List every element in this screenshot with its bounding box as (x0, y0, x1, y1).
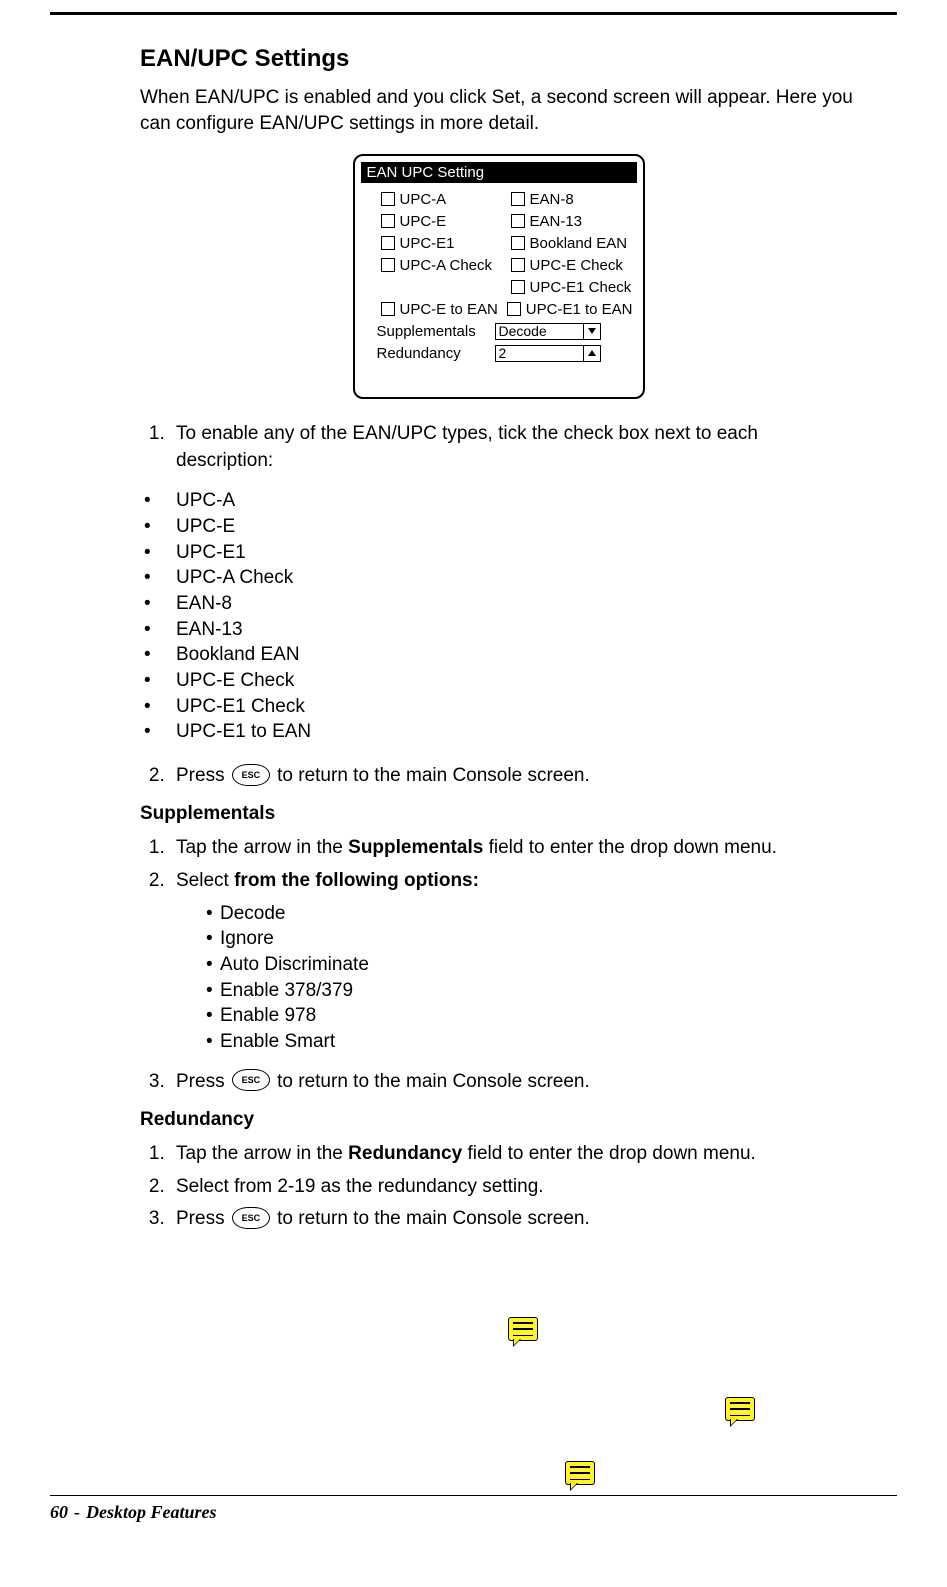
checkbox-placeholder (381, 277, 511, 297)
dropdown-arrow-button[interactable] (583, 324, 600, 339)
list-item: UPC-A Check (144, 565, 857, 591)
redundancy-steps: Tap the arrow in the Redundancy field to… (140, 1141, 857, 1233)
supp-step-1: Tap the arrow in the Supplementals field… (170, 835, 857, 862)
esc-key-icon: ESC (232, 1207, 270, 1229)
checkbox-upc-e[interactable]: UPC-E (381, 211, 511, 231)
checkbox-label: UPC-E Check (530, 257, 623, 274)
supplementals-value: Decode (499, 323, 547, 339)
esc-key-icon: ESC (232, 1069, 270, 1091)
list-item: UPC-A (144, 488, 857, 514)
chevron-up-icon (588, 350, 596, 356)
checkbox-label: Bookland EAN (530, 235, 628, 252)
checkbox-label: UPC-E1 Check (530, 279, 632, 296)
list-item: EAN-13 (144, 617, 857, 643)
dialog-body: UPC-A UPC-E UPC-E1 UPC-A Check EAN-8 EAN… (361, 183, 637, 391)
checkbox-upc-a-check[interactable]: UPC-A Check (381, 255, 511, 275)
chapter-title: Desktop Features (86, 1502, 217, 1523)
ean-upc-setting-dialog: EAN UPC Setting UPC-A UPC-E UPC-E1 UPC-A… (353, 154, 645, 399)
checkbox-label: UPC-E (400, 213, 447, 230)
annotation-note-icon[interactable] (725, 1397, 755, 1421)
types-list: UPC-AUPC-EUPC-E1UPC-A CheckEAN-8EAN-13Bo… (140, 488, 857, 744)
chevron-down-icon (588, 328, 596, 334)
stepper-arrow-button[interactable] (583, 346, 600, 361)
supplementals-field: Supplementals Decode (377, 321, 633, 341)
supp-step-2: Select from the following options: Decod… (170, 868, 857, 1054)
steps-main-1: To enable any of the EAN/UPC types, tick… (140, 421, 857, 474)
checkbox-icon (511, 192, 525, 206)
list-item: EAN-8 (144, 591, 857, 617)
supplementals-label: Supplementals (377, 323, 495, 340)
list-item: Enable 978 (206, 1003, 857, 1029)
list-item: Enable 378/379 (206, 978, 857, 1004)
supplementals-heading: Supplementals (140, 803, 857, 825)
supp-step-3: Press ESC to return to the main Console … (170, 1069, 857, 1096)
esc-key-icon: ESC (232, 764, 270, 786)
redundancy-label: Redundancy (377, 345, 495, 362)
checkbox-ean-13[interactable]: EAN-13 (511, 211, 641, 231)
red-step-3: Press ESC to return to the main Console … (170, 1206, 857, 1233)
redundancy-heading: Redundancy (140, 1109, 857, 1131)
checkbox-upc-a[interactable]: UPC-A (381, 189, 511, 209)
checkbox-bookland-ean[interactable]: Bookland EAN (511, 233, 641, 253)
checkbox-row-upc-to-ean: UPC-E to EAN UPC-E1 to EAN (381, 299, 633, 319)
list-item: Bookland EAN (144, 642, 857, 668)
checkbox-icon (381, 214, 395, 228)
dialog-title: EAN UPC Setting (361, 162, 637, 183)
step-press-esc: Press ESC to return to the main Console … (170, 763, 857, 790)
redundancy-stepper[interactable]: 2 (495, 345, 601, 362)
list-item: Enable Smart (206, 1029, 857, 1055)
supplementals-dropdown[interactable]: Decode (495, 323, 601, 340)
checkbox-icon[interactable] (381, 302, 395, 316)
page-number: 60 (50, 1502, 68, 1523)
page-footer: 60 - Desktop Features (50, 1495, 897, 1523)
footer-separator: - (74, 1502, 80, 1523)
annotation-note-icon[interactable] (565, 1461, 595, 1485)
list-item: UPC-E1 Check (144, 694, 857, 720)
checkbox-icon (511, 258, 525, 272)
list-item: UPC-E1 (144, 540, 857, 566)
supplementals-steps: Tap the arrow in the Supplementals field… (140, 835, 857, 1095)
checkbox-icon (511, 280, 525, 294)
settings-dialog-figure: EAN UPC Setting UPC-A UPC-E UPC-E1 UPC-A… (140, 154, 857, 399)
checkbox-label: UPC-A (400, 191, 447, 208)
checkbox-label: EAN-13 (530, 213, 583, 230)
red-step-1: Tap the arrow in the Redundancy field to… (170, 1141, 857, 1168)
red-step-2: Select from 2-19 as the redundancy setti… (170, 1174, 857, 1201)
steps-main-2: Press ESC to return to the main Console … (140, 763, 857, 790)
list-item: UPC-E1 to EAN (144, 719, 857, 745)
checkbox-upc-e1-to-ean-label: UPC-E1 to EAN (526, 301, 633, 318)
checkbox-icon (511, 236, 525, 250)
step-enable-types: To enable any of the EAN/UPC types, tick… (170, 421, 857, 474)
redundancy-field: Redundancy 2 (377, 343, 633, 363)
intro-paragraph: When EAN/UPC is enabled and you click Se… (140, 85, 857, 136)
checkbox-label: UPC-E1 (400, 235, 455, 252)
checkbox-icon (381, 192, 395, 206)
checkbox-icon (511, 214, 525, 228)
checkbox-icon[interactable] (507, 302, 521, 316)
checkbox-ean-8[interactable]: EAN-8 (511, 189, 641, 209)
checkbox-icon (381, 236, 395, 250)
page-content: EAN/UPC Settings When EAN/UPC is enabled… (0, 15, 947, 1495)
list-item: Ignore (206, 926, 857, 952)
checkbox-upc-e1[interactable]: UPC-E1 (381, 233, 511, 253)
checkbox-col-right: EAN-8 EAN-13 Bookland EAN UPC-E Check UP… (511, 189, 641, 299)
supplementals-options-list: DecodeIgnoreAuto DiscriminateEnable 378/… (176, 901, 857, 1055)
checkbox-label: UPC-A Check (400, 257, 493, 274)
page-title: EAN/UPC Settings (140, 45, 857, 73)
redundancy-value: 2 (499, 345, 507, 361)
checkbox-upc-e-check[interactable]: UPC-E Check (511, 255, 641, 275)
list-item: UPC-E (144, 514, 857, 540)
annotation-note-icon[interactable] (508, 1317, 538, 1341)
checkbox-upc-e1-check[interactable]: UPC-E1 Check (511, 277, 641, 297)
checkbox-col-left: UPC-A UPC-E UPC-E1 UPC-A Check (381, 189, 511, 299)
list-item: Decode (206, 901, 857, 927)
list-item: UPC-E Check (144, 668, 857, 694)
checkbox-upc-e-to-ean-label: UPC-E to EAN (400, 301, 498, 318)
checkbox-label: EAN-8 (530, 191, 574, 208)
list-item: Auto Discriminate (206, 952, 857, 978)
checkbox-icon (381, 258, 395, 272)
